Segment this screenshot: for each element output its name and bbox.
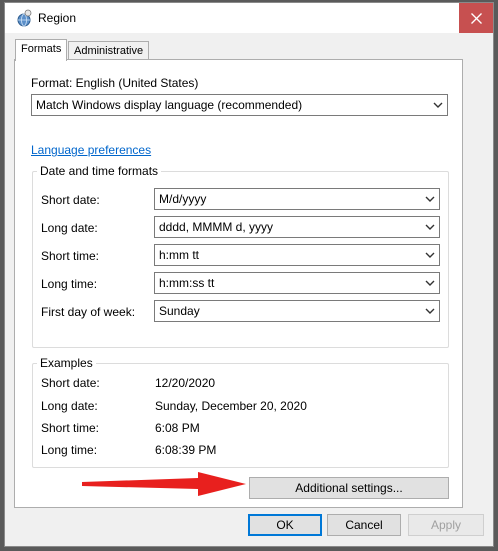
examples-group: Examples Short date: 12/20/2020 Long dat… <box>32 356 449 468</box>
tab-formats[interactable]: Formats <box>15 39 68 61</box>
date-time-formats-title: Date and time formats <box>37 164 162 178</box>
long-time-dropdown[interactable]: h:mm:ss tt <box>154 272 440 294</box>
red-arrow-icon <box>82 472 246 496</box>
long-date-dropdown[interactable]: dddd, MMMM d, yyyy <box>154 216 440 238</box>
long-date-value: dddd, MMMM d, yyyy <box>159 220 274 234</box>
title-bar: Region <box>5 3 493 33</box>
short-date-value: M/d/yyyy <box>159 192 207 206</box>
window-title: Region <box>38 11 77 25</box>
long-date-label: Long date: <box>41 221 98 235</box>
chevron-down-icon <box>433 102 443 108</box>
short-date-dropdown[interactable]: M/d/yyyy <box>154 188 440 210</box>
date-time-formats-group: Date and time formats Short date: M/d/yy… <box>32 164 449 348</box>
tab-administrative[interactable]: Administrative <box>68 41 150 61</box>
examples-title: Examples <box>37 356 96 370</box>
example-long-date-value: Sunday, December 20, 2020 <box>155 399 307 413</box>
format-label: Format: English (United States) <box>31 76 199 90</box>
short-time-dropdown[interactable]: h:mm tt <box>154 244 440 266</box>
long-time-value: h:mm:ss tt <box>159 276 215 290</box>
example-short-date-value: 12/20/2020 <box>155 376 216 390</box>
additional-settings-button[interactable]: Additional settings... <box>249 477 449 499</box>
long-time-label: Long time: <box>41 277 98 291</box>
first-day-of-week-dropdown[interactable]: Sunday <box>154 300 440 322</box>
short-time-label: Short time: <box>41 249 100 263</box>
format-dropdown-value: Match Windows display language (recommen… <box>36 98 303 112</box>
short-date-label: Short date: <box>41 193 100 207</box>
chevron-down-icon <box>425 280 435 286</box>
example-long-time-value: 6:08:39 PM <box>155 443 217 457</box>
cancel-button[interactable]: Cancel <box>327 514 401 536</box>
chevron-down-icon <box>425 196 435 202</box>
example-short-time-value: 6:08 PM <box>155 421 200 435</box>
region-globe-icon <box>17 9 32 27</box>
apply-button[interactable]: Apply <box>408 514 484 536</box>
ok-button[interactable]: OK <box>248 514 322 536</box>
chevron-down-icon <box>425 252 435 258</box>
language-preferences-link[interactable]: Language preferences <box>31 143 151 157</box>
chevron-down-icon <box>425 224 435 230</box>
region-dialog: Region Formats Administrative Format: En… <box>4 2 494 547</box>
first-day-of-week-value: Sunday <box>159 304 200 318</box>
example-short-time-label: Short time: <box>41 421 100 435</box>
chevron-down-icon <box>425 308 435 314</box>
close-button[interactable] <box>459 3 493 33</box>
close-icon <box>470 12 482 24</box>
example-short-date-label: Short date: <box>41 376 100 390</box>
example-long-time-label: Long time: <box>41 443 98 457</box>
formats-tab-panel: Format: English (United States) Match Wi… <box>14 59 463 508</box>
first-day-of-week-label: First day of week: <box>41 305 136 319</box>
example-long-date-label: Long date: <box>41 399 98 413</box>
format-dropdown[interactable]: Match Windows display language (recommen… <box>31 94 448 116</box>
short-time-value: h:mm tt <box>159 248 200 262</box>
